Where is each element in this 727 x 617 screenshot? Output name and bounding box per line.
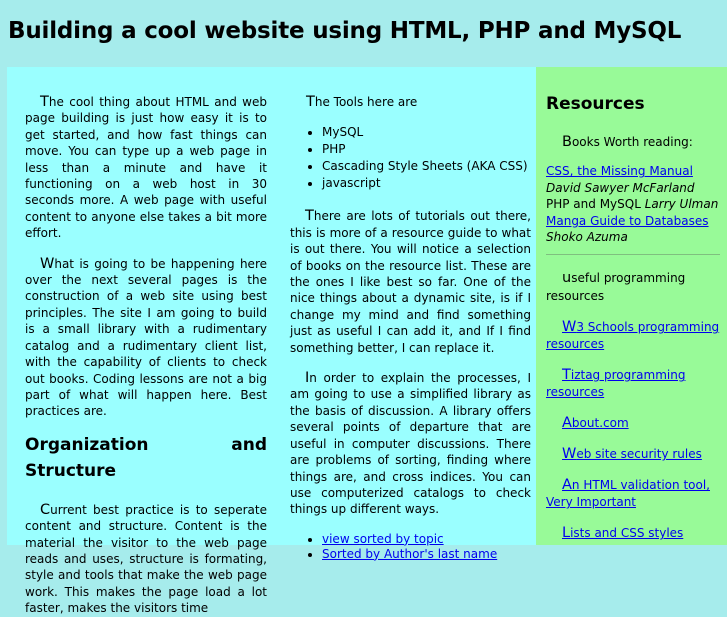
books-heading: Books Worth reading: [546,134,720,150]
paragraph-text: he cool thing about HTML and web page bu… [25,95,267,241]
resources-sidebar: Resources Books Worth reading: CSS, the … [536,67,727,545]
link-text: ists and CSS styles [570,526,684,541]
paragraph-text: he Tools here are [314,95,418,109]
drop-letter: A [562,477,572,494]
catalog-links: view sorted by topic Sorted by Author's … [290,532,531,562]
lists-css-link[interactable]: Lists and CSS styles [546,525,684,542]
drop-letter: A [562,415,572,432]
tools-list: MySQL PHP Cascading Style Sheets (AKA CS… [290,124,531,192]
content-column-right: The Tools here are MySQL PHP Cascading S… [290,94,531,562]
book-author: Shoko Azuma [546,230,628,245]
resource-link-item: W3 Schools programming resources [546,319,720,353]
drop-letter: I [305,370,310,387]
book-manga-databases-link[interactable]: Manga Guide to Databases [546,214,709,228]
tools-intro: The Tools here are [290,94,531,110]
tiztag-link[interactable]: Tiztag programming resources [546,367,685,399]
sort-by-author-link[interactable]: Sorted by Author's last name [322,547,497,561]
drop-letter: L [562,525,571,542]
content-column-left: The cool thing about HTML and web page b… [25,94,267,617]
link-text: eb site security rules [576,447,702,462]
intro-paragraph: The cool thing about HTML and web page b… [25,94,267,242]
book-author: Larry Ulman [644,197,719,212]
list-item: javascript [322,175,531,192]
sidebar-content: Resources Books Worth reading: CSS, the … [546,92,720,542]
drop-letter: T [306,94,315,110]
plan-paragraph: What is going to be happening here over … [25,256,267,420]
library-paragraph: In order to explain the processes, I am … [290,370,531,518]
useful-resources-heading: useful programming resources [546,269,720,305]
drop-letter: T [305,208,314,225]
list-item: MySQL [322,124,531,141]
books-heading-text: ooks Worth reading: [571,135,693,149]
drop-letter: C [40,501,51,518]
drop-letter: T [562,367,571,384]
drop-letter: W [562,446,577,463]
book-author: David Sawyer McFarland [546,180,695,195]
drop-letter: u [562,270,572,287]
drop-letter: W [562,319,577,336]
paragraph-text: n order to explain the processes, I am g… [290,371,531,517]
security-rules-link[interactable]: Web site security rules [546,446,702,463]
list-item: view sorted by topic [322,532,531,547]
main-content: The cool thing about HTML and web page b… [7,67,537,615]
resource-link-item: An HTML validation tool, Very Important [546,477,720,511]
drop-letter: T [40,94,49,110]
drop-letter: W [40,255,55,272]
divider [546,254,720,256]
list-item: PHP [322,141,531,158]
w3schools-link[interactable]: W3 Schools programming resources [546,319,719,351]
about-com-link[interactable]: About.com [546,415,629,432]
list-item: Sorted by Author's last name [322,547,531,562]
sort-by-topic-link[interactable]: view sorted by topic [322,532,444,546]
html-validation-link[interactable]: An HTML validation tool, Very Important [546,477,710,509]
sidebar-title: Resources [546,94,645,114]
drop-letter: B [562,134,572,150]
resource-link-item: Web site security rules [546,446,720,463]
structure-paragraph: Current best practice is to seperate con… [25,502,267,617]
resource-link-item: About.com [546,415,720,432]
book-title: PHP and MySQL [546,197,641,212]
resource-link-item: Lists and CSS styles [546,525,720,542]
paragraph-text: here are lots of tutorials out there, th… [290,209,531,355]
resource-link-item: Tiztag programming resources [546,367,720,401]
section-heading: Organization and Structure [25,434,267,481]
book-css-missing-manual-link[interactable]: CSS, the Missing Manual [546,164,693,178]
link-text: bout.com [571,416,629,431]
page-title: Building a cool website using HTML, PHP … [8,18,682,44]
paragraph-text: hat is going to be happening here over t… [25,256,267,419]
list-item: Cascading Style Sheets (AKA CSS) [322,158,531,175]
resources-paragraph: There are lots of tutorials out there, t… [290,208,531,356]
paragraph-text: urrent best practice is to seperate cont… [25,502,267,616]
book-list: CSS, the Missing Manual David Sawyer McF… [546,163,720,245]
